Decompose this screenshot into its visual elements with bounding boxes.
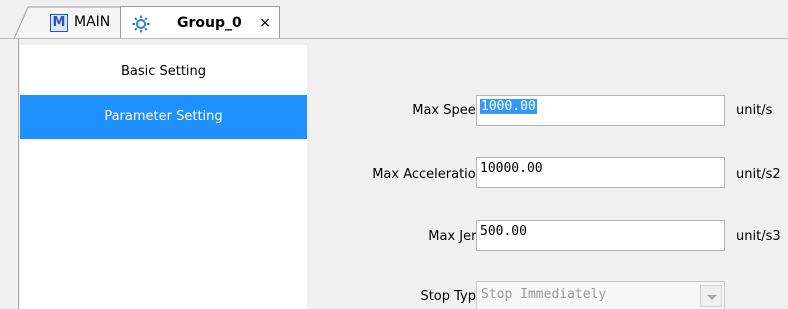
tab-group-label: Group_0 — [177, 15, 242, 31]
stop-type-dropdown-button[interactable] — [700, 285, 722, 307]
max-speed-input[interactable]: 1000.00 — [476, 95, 725, 126]
max-acceleration-value: 10000.00 — [480, 161, 543, 176]
stop-type-select[interactable]: Stop Immediately — [476, 281, 725, 309]
stop-type-value: Stop Immediately — [481, 287, 607, 302]
stop-type-label: Stop Type — [420, 289, 484, 304]
max-speed-label: Max Speed — [412, 103, 484, 118]
editor-tab-strip: M MAIN Group_0 × — [0, 0, 788, 40]
max-acceleration-label: Max Acceleration — [372, 167, 484, 182]
close-icon[interactable]: × — [258, 15, 272, 31]
max-acceleration-input[interactable]: 10000.00 — [476, 157, 725, 188]
sidebar-item-label: Basic Setting — [120, 64, 207, 79]
max-acceleration-unit: unit/s2 — [736, 167, 781, 182]
tab-main[interactable]: M MAIN — [14, 6, 134, 39]
max-jerk-value: 500.00 — [480, 224, 527, 239]
chevron-down-icon — [707, 295, 717, 300]
sidebar-item-basic-setting[interactable]: Basic Setting — [20, 50, 307, 94]
tab-group-0[interactable]: Group_0 × — [120, 6, 280, 40]
settings-panel: Basic Setting Parameter Setting Max Spee… — [18, 39, 788, 309]
max-speed-value: 1000.00 — [480, 99, 537, 114]
max-jerk-unit: unit/s3 — [736, 229, 781, 244]
sidebar-item-label: Parameter Setting — [104, 109, 223, 124]
max-jerk-input[interactable]: 500.00 — [476, 220, 725, 251]
m-icon: M — [50, 14, 68, 32]
max-speed-unit: unit/s — [736, 103, 773, 118]
sidebar-item-parameter-setting[interactable]: Parameter Setting — [20, 95, 307, 139]
tab-main-label: MAIN — [74, 14, 111, 30]
settings-sidebar: Basic Setting Parameter Setting — [20, 45, 307, 309]
gear-icon — [132, 15, 150, 33]
